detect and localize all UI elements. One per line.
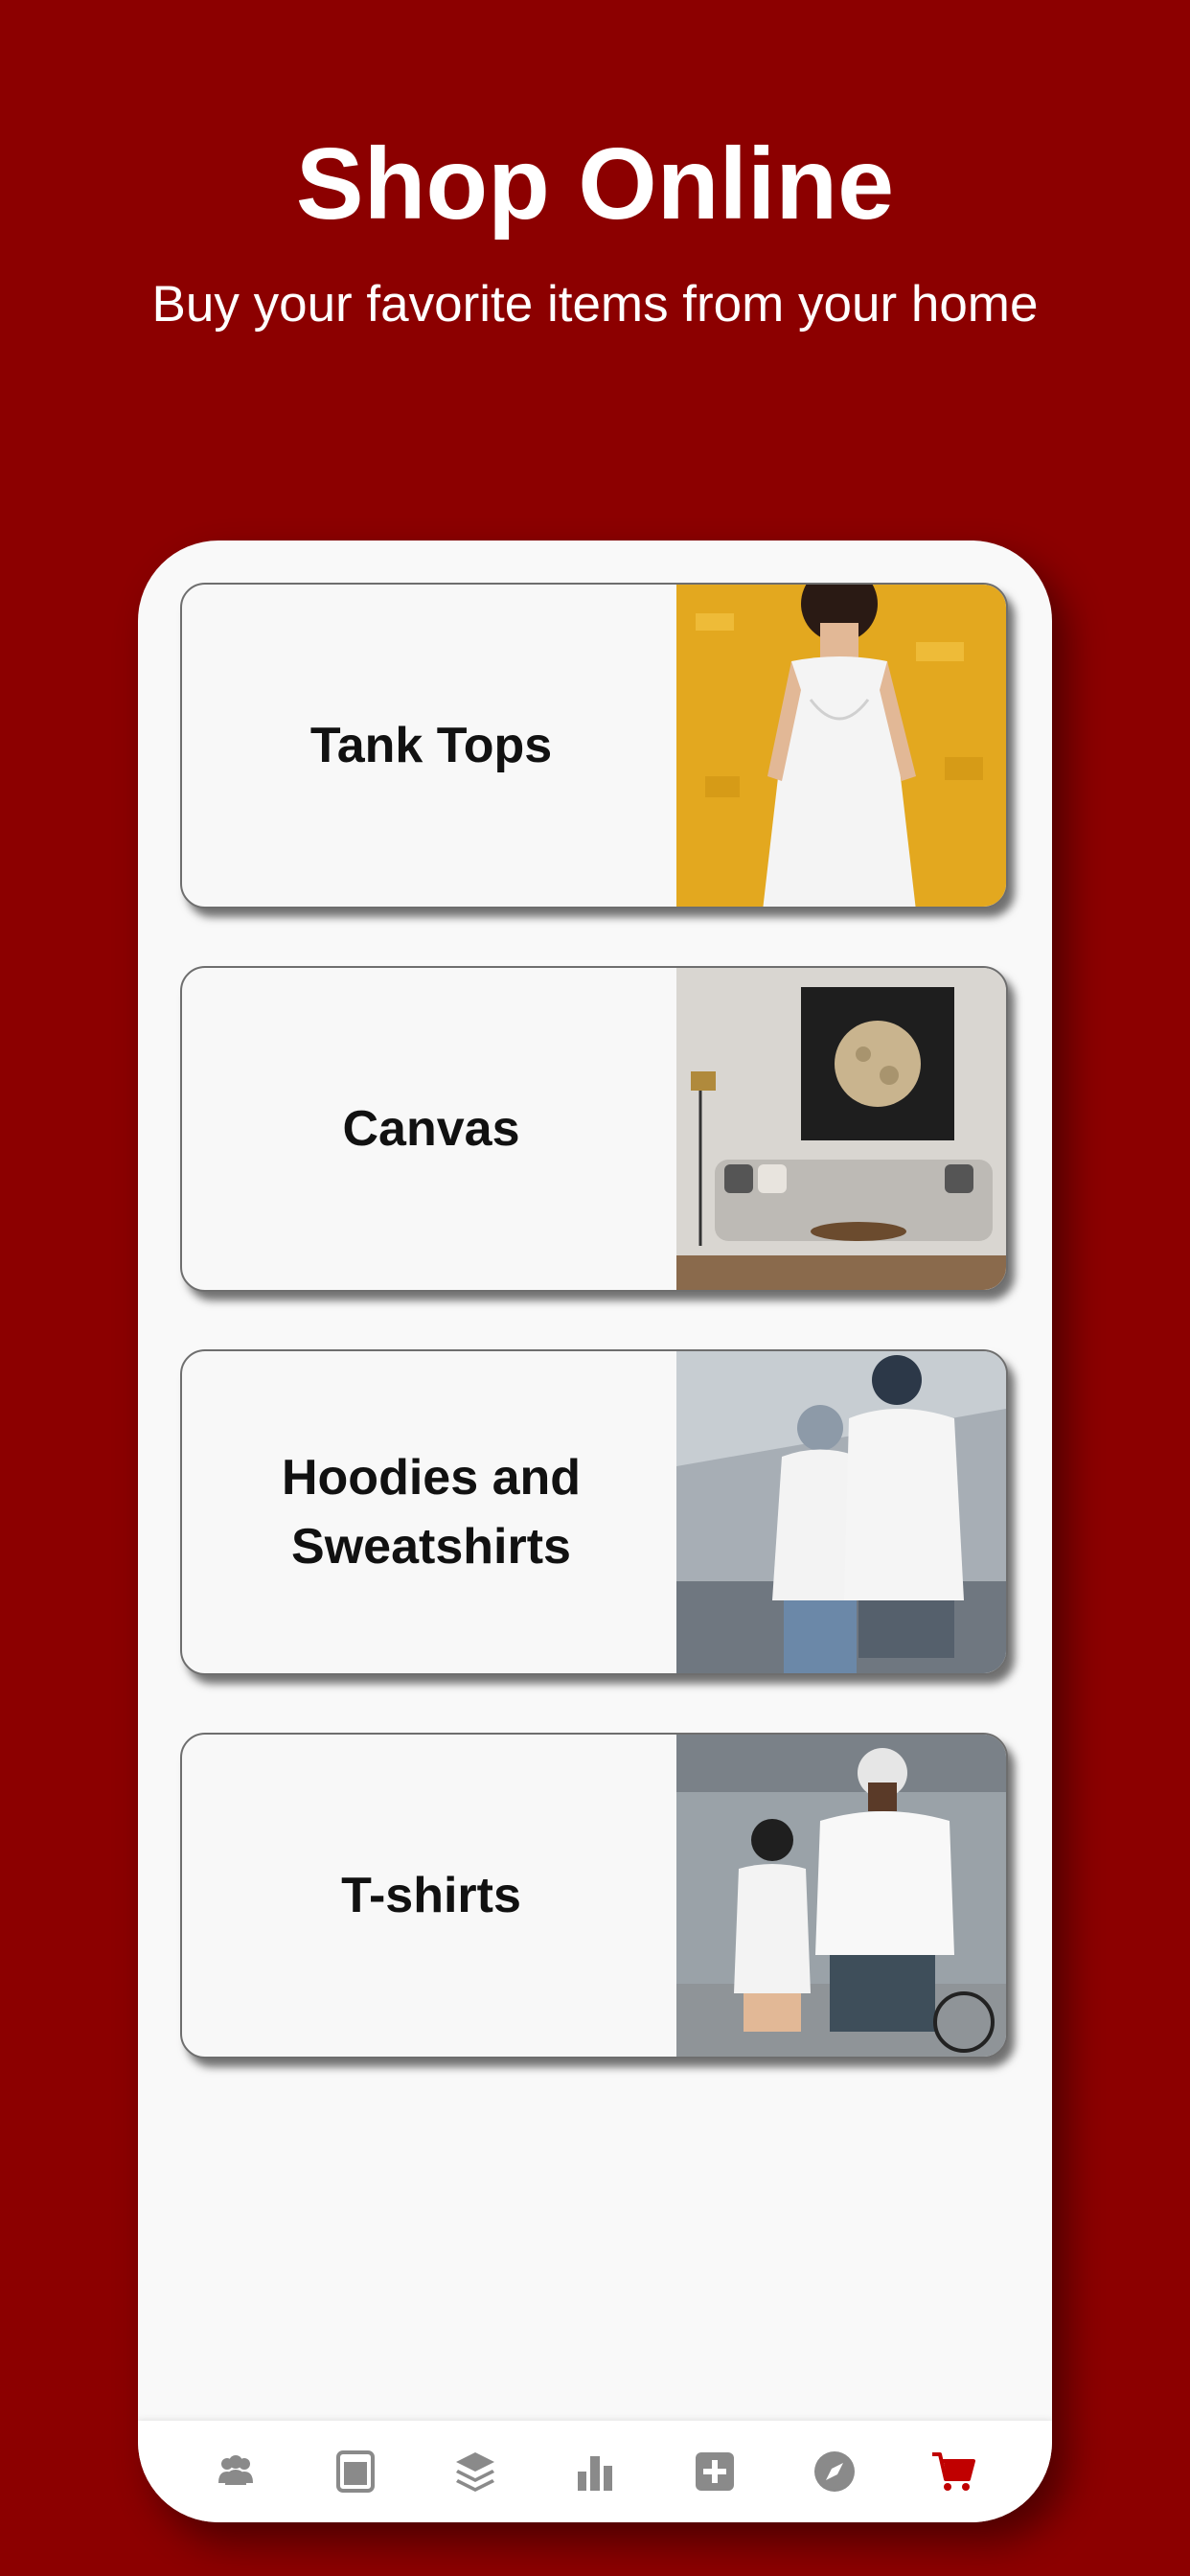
category-card-hoodies-and-sweatshirts[interactable]: Hoodies and Sweatshirts	[180, 1349, 1008, 1675]
plus-box-icon	[695, 2452, 734, 2491]
woman-white-tank-top-photo	[676, 585, 1006, 907]
category-card-canvas[interactable]: Canvas	[180, 966, 1008, 1292]
category-card-tank-tops[interactable]: Tank Tops	[180, 583, 1008, 908]
page-icon	[336, 2450, 376, 2493]
compass-icon	[813, 2451, 855, 2492]
people-icon	[218, 2455, 254, 2485]
couple-white-tshirts-photo	[676, 1735, 1006, 2057]
page-title: Shop Online	[295, 127, 895, 241]
tab-explore[interactable]	[791, 2433, 878, 2510]
tab-add[interactable]	[672, 2433, 758, 2510]
category-label: Hoodies and Sweatshirts	[281, 1450, 582, 1575]
tab-shop[interactable]	[910, 2433, 996, 2510]
category-label: Canvas	[342, 1101, 520, 1157]
couple-white-hoodies-photo	[676, 1351, 1006, 1673]
cart-icon	[932, 2452, 976, 2491]
bottom-tab-bar	[138, 2421, 1052, 2522]
page-subtitle: Buy your favorite items from your home	[151, 276, 1039, 333]
category-label: Tank Tops	[309, 718, 553, 773]
living-room-moon-canvas-photo	[676, 968, 1006, 1290]
bar-chart-icon	[577, 2456, 612, 2491]
tab-layers[interactable]	[432, 2433, 518, 2510]
category-card-t-shirts[interactable]: T-shirts	[180, 1733, 1008, 2058]
phone-frame: Tank Tops Canvas Hoodies and Sweatshirts…	[138, 540, 1052, 2522]
tab-people[interactable]	[193, 2433, 279, 2510]
category-label: T-shirts	[341, 1868, 521, 1923]
tab-stats[interactable]	[552, 2433, 638, 2510]
layers-icon	[456, 2452, 495, 2492]
tab-page[interactable]	[312, 2433, 399, 2510]
